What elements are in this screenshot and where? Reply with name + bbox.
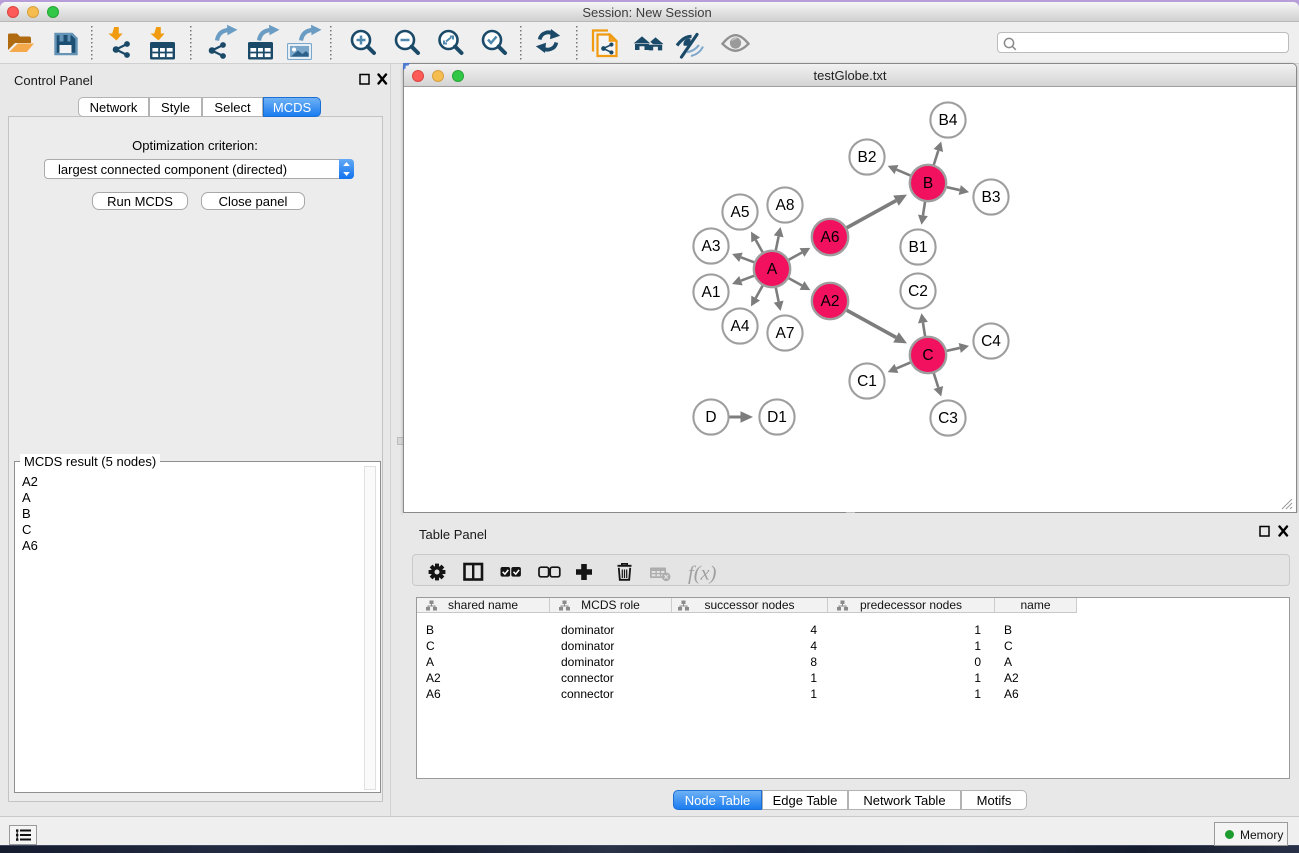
svg-text:B4: B4 (939, 112, 958, 129)
svg-text:A2: A2 (821, 293, 840, 310)
svg-text:A: A (767, 261, 778, 278)
svg-text:D1: D1 (767, 409, 787, 426)
svg-text:C1: C1 (857, 373, 877, 390)
svg-text:B1: B1 (909, 239, 928, 256)
svg-text:A1: A1 (702, 284, 721, 301)
svg-text:A8: A8 (776, 197, 795, 214)
svg-text:B3: B3 (982, 189, 1001, 206)
svg-text:C2: C2 (908, 283, 928, 300)
svg-text:C: C (922, 347, 933, 364)
svg-text:C4: C4 (981, 333, 1001, 350)
svg-text:C3: C3 (938, 410, 958, 427)
svg-text:A4: A4 (731, 318, 750, 335)
svg-text:A5: A5 (731, 204, 750, 221)
svg-text:B: B (923, 175, 933, 192)
svg-text:A3: A3 (702, 238, 721, 255)
svg-text:A6: A6 (821, 229, 840, 246)
svg-text:B2: B2 (858, 149, 877, 166)
svg-text:D: D (705, 409, 716, 426)
svg-text:f(x): f(x) (688, 563, 717, 585)
svg-text:A7: A7 (776, 325, 795, 342)
